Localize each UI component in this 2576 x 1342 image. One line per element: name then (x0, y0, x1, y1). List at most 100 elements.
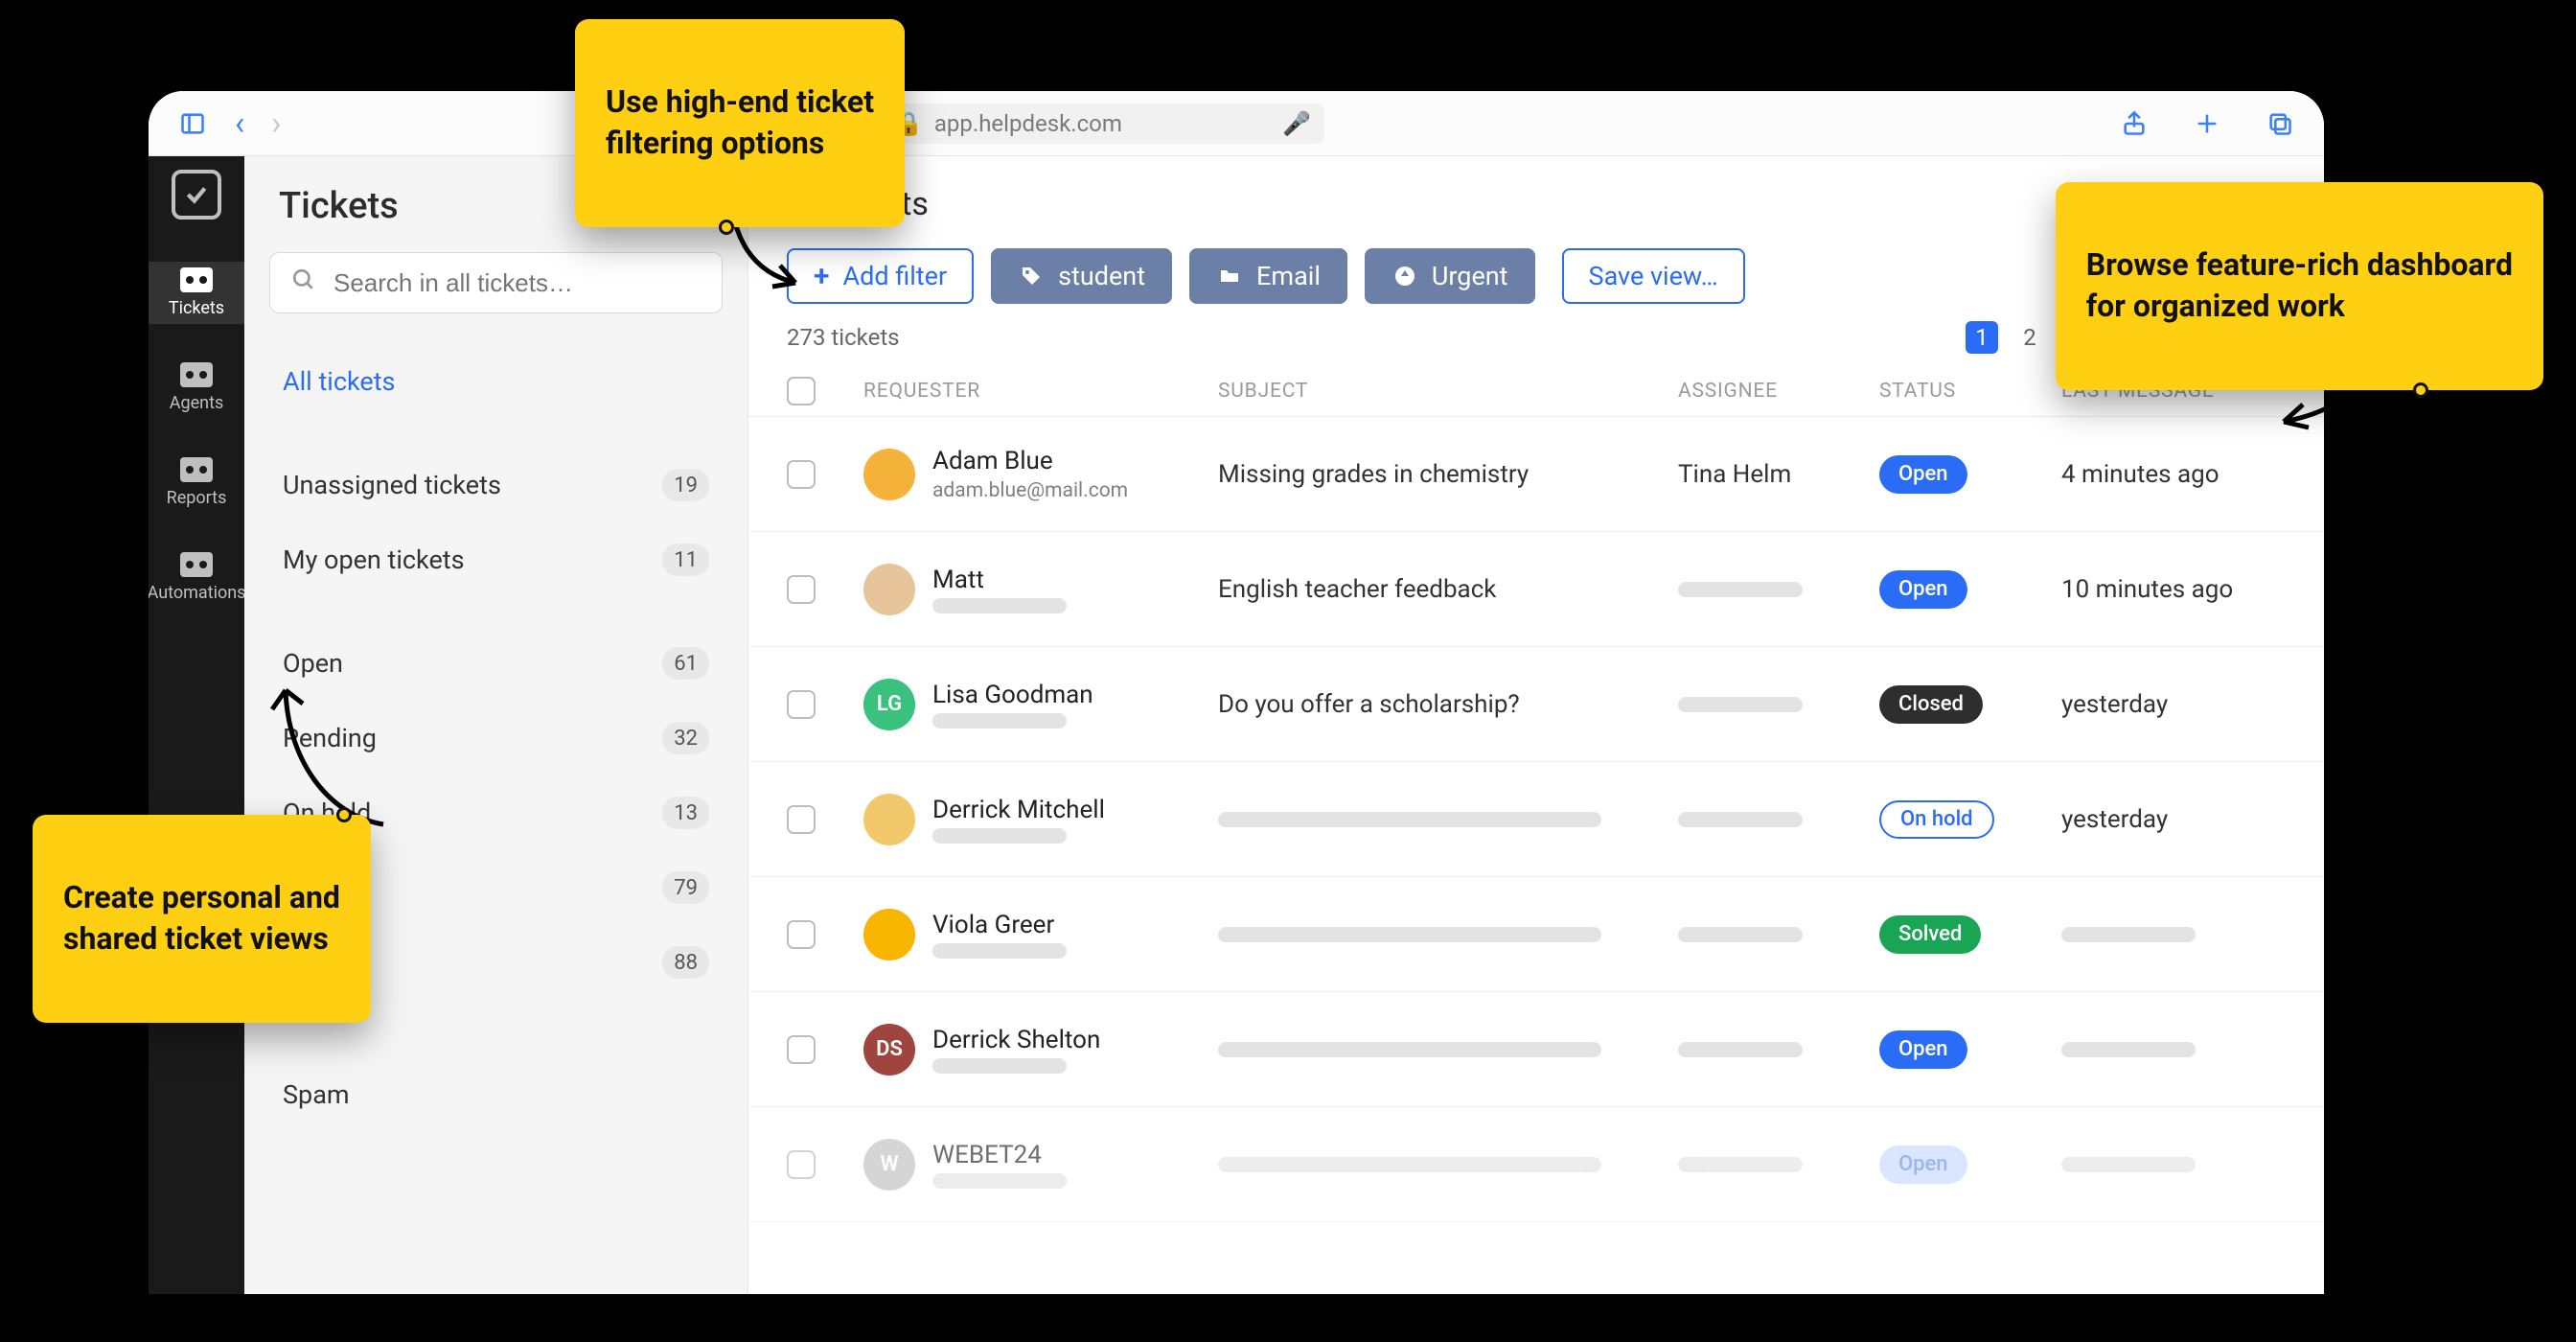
placeholder-line (1678, 812, 1803, 827)
status-cell: Open (1879, 455, 2052, 494)
status-badge: Solved (1879, 915, 1981, 954)
sidebar-item-all-tickets[interactable]: All tickets (269, 344, 723, 419)
browser-toolbar: ‹ › 🔒 app.helpdesk.com 🎤 (149, 91, 2324, 156)
priority-icon (1392, 263, 1418, 289)
filter-chip-email[interactable]: Email (1189, 248, 1347, 304)
page-2[interactable]: 2 (2013, 321, 2046, 354)
sidebar-item-count: 79 (662, 871, 709, 904)
save-view-button[interactable]: Save view… (1562, 248, 1745, 304)
search-input[interactable] (334, 268, 701, 298)
table-row[interactable]: Derrick Mitchell On hold yesterday (748, 762, 2324, 877)
assignee-cell (1678, 1042, 1870, 1057)
subject-cell (1218, 1157, 1668, 1172)
row-checkbox[interactable] (787, 1150, 816, 1179)
automations-icon (180, 552, 213, 577)
last-message-cell (2061, 927, 2272, 942)
assignee-cell (1678, 1157, 1870, 1172)
nav-tickets[interactable]: Tickets (149, 262, 244, 324)
mic-icon[interactable]: 🎤 (1282, 110, 1311, 137)
sidebar-item-count: 32 (662, 722, 709, 754)
filter-chip-student[interactable]: student (991, 248, 1172, 304)
row-checkbox[interactable] (787, 1035, 816, 1064)
callout-pin-icon (2413, 382, 2428, 398)
sidebar-item-my-open[interactable]: My open tickets 11 (269, 522, 723, 597)
chip-label: Email (1256, 261, 1321, 291)
placeholder-line (1678, 1157, 1803, 1172)
status-cell: Open (1879, 570, 2052, 609)
last-message-cell (2061, 1042, 2272, 1057)
placeholder-line (932, 828, 1067, 844)
sidebar-item-label: My open tickets (283, 544, 465, 575)
nav-back-icon[interactable]: ‹ (235, 107, 244, 140)
tag-icon (1018, 263, 1045, 289)
status-badge: On hold (1879, 800, 1994, 839)
avatar (863, 909, 915, 960)
placeholder-line (932, 598, 1067, 613)
nav-reports[interactable]: Reports (149, 451, 244, 514)
app-logo-icon[interactable] (172, 170, 221, 220)
row-checkbox[interactable] (787, 690, 816, 719)
table-row[interactable]: W WEBET24 Open (748, 1107, 2324, 1222)
sidebar-item-count: 13 (662, 797, 709, 829)
sidebar-toggle-icon[interactable] (177, 108, 208, 139)
sidebar-item-count: 61 (662, 647, 709, 680)
nav-agents[interactable]: Agents (149, 357, 244, 419)
requester-name: WEBET24 (932, 1141, 1067, 1169)
share-icon[interactable] (2119, 108, 2150, 139)
requester-cell: W WEBET24 (863, 1139, 1208, 1191)
placeholder-line (2061, 1157, 2196, 1172)
callout-text: Create personal and shared ticket views (63, 879, 340, 957)
col-requester: REQUESTER (863, 380, 1208, 403)
sidebar-item-count: 19 (662, 469, 709, 501)
table-row[interactable]: Viola GreerSolved (748, 877, 2324, 992)
subject-cell (1218, 812, 1668, 827)
nav-forward-icon[interactable]: › (271, 107, 281, 140)
subject-cell: Do you offer a scholarship? (1218, 690, 1668, 719)
avatar: W (863, 1139, 915, 1191)
row-checkbox[interactable] (787, 460, 816, 489)
requester-name: Matt (932, 566, 1067, 594)
search-box[interactable] (269, 252, 723, 313)
requester-cell: Matt (863, 564, 1208, 615)
sidebar-item-unassigned[interactable]: Unassigned tickets 19 (269, 448, 723, 522)
table-row[interactable]: MattEnglish teacher feedbackOpen10 minut… (748, 532, 2324, 647)
row-checkbox[interactable] (787, 920, 816, 949)
callout-text: Use high-end ticket filtering options (606, 83, 874, 161)
status-cell: Open (1879, 1030, 2052, 1069)
table-row[interactable]: Adam Blueadam.blue@mail.comMissing grade… (748, 417, 2324, 532)
tickets-icon (180, 267, 213, 292)
avatar: LG (863, 679, 915, 730)
select-all-checkbox[interactable] (787, 377, 816, 405)
last-message-cell: yesterday (2061, 690, 2272, 719)
avatar (863, 794, 915, 845)
status-cell: Solved (1879, 915, 2052, 954)
status-badge: Open (1879, 570, 1967, 609)
requester-cell: Adam Blueadam.blue@mail.com (863, 447, 1208, 502)
status-badge: Open (1879, 1145, 1967, 1184)
nav-automations[interactable]: Automations (149, 546, 244, 609)
placeholder-line (1678, 1042, 1803, 1057)
status-badge: Open (1879, 1030, 1967, 1069)
tabs-overview-icon[interactable] (2265, 108, 2295, 139)
subject-cell (1218, 1042, 1668, 1057)
last-message-cell: yesterday (2061, 805, 2272, 834)
table-row[interactable]: DSDerrick SheltonOpen (748, 992, 2324, 1107)
filter-chip-urgent[interactable]: Urgent (1365, 248, 1535, 304)
subject-cell (1218, 927, 1668, 942)
placeholder-line (1678, 927, 1803, 942)
sidebar-item-spam[interactable]: Spam (269, 1057, 723, 1132)
callout-dashboard: Browse feature-rich dashboard for organi… (2056, 182, 2543, 390)
last-message-cell: 10 minutes ago (2061, 575, 2272, 604)
row-checkbox[interactable] (787, 805, 816, 834)
arrow-icon (268, 671, 402, 838)
requester-name: Derrick Mitchell (932, 796, 1105, 824)
nav-label: Tickets (169, 298, 224, 318)
page-1[interactable]: 1 (1966, 321, 1998, 354)
callout-text: Browse feature-rich dashboard for organi… (2086, 246, 2513, 324)
requester-name: Adam Blue (932, 447, 1128, 475)
table-row[interactable]: LGLisa GoodmanDo you offer a scholarship… (748, 647, 2324, 762)
row-checkbox[interactable] (787, 575, 816, 604)
placeholder-line (932, 1058, 1067, 1074)
assignee-cell (1678, 812, 1870, 827)
new-tab-icon[interactable] (2192, 108, 2222, 139)
